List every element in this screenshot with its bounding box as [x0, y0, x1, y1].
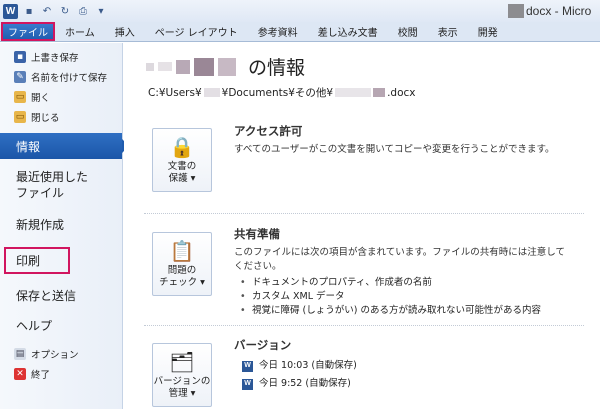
- file-path: C:¥Users¥ ¥Documents¥その他¥ .docx: [148, 85, 415, 100]
- redo-icon[interactable]: ↻: [58, 4, 72, 18]
- title-redaction: [508, 4, 524, 18]
- list-item: 視覚に障碍 (しょうがい) のある方が読み取れない可能性がある内容: [234, 304, 574, 318]
- print-preview-icon[interactable]: ⎙: [76, 4, 90, 18]
- tab-home[interactable]: ホーム: [55, 22, 105, 41]
- options-icon: ▤: [14, 348, 26, 360]
- open-folder-icon: ▭: [14, 91, 26, 103]
- word-doc-icon: W: [242, 360, 253, 372]
- nav-info[interactable]: 情報: [0, 133, 129, 159]
- backstage-nav: ▪ 上書き保存 ✎ 名前を付けて保存 ▭ 開く ▭ 閉じる 情報 最近使用した …: [0, 43, 129, 409]
- exit-icon: ✕: [14, 368, 26, 380]
- prepare-title: 共有準備: [234, 227, 280, 241]
- versions-title: バージョン: [234, 338, 292, 352]
- nav-options-label: オプション: [31, 350, 79, 361]
- nav-save[interactable]: ▪ 上書き保存: [0, 47, 122, 67]
- versions-body: バージョン W 今日 10:03 (自動保存) W 今日 9:52 (自動保存): [234, 337, 574, 393]
- versions-section: 🗂 バージョンの 管理 ▾ バージョン W 今日 10:03 (自動保存) W …: [144, 337, 584, 409]
- path-redaction: [203, 88, 220, 97]
- manage-versions-button[interactable]: 🗂 バージョンの 管理 ▾: [152, 343, 212, 407]
- nav-recent[interactable]: 最近使用した ファイル: [0, 169, 122, 201]
- protect-document-button[interactable]: 🔒 文書の 保護 ▾: [152, 128, 212, 192]
- save-icon: ▪: [14, 51, 26, 63]
- version-item[interactable]: W 今日 9:52 (自動保存): [242, 375, 574, 393]
- prepare-desc: このファイルには次の項目が含まれています。ファイルの共有時には注意してください。: [234, 247, 565, 272]
- page-title: の情報: [248, 57, 306, 79]
- check-issues-label-2: チェック ▾: [159, 277, 205, 288]
- prepare-body: 共有準備 このファイルには次の項目が含まれています。ファイルの共有時には注意して…: [234, 226, 574, 318]
- nav-exit-label: 終了: [31, 370, 51, 381]
- nav-save-label: 上書き保存: [31, 53, 79, 64]
- list-item: ドキュメントのプロパティ、作成者の名前: [234, 276, 574, 290]
- tab-mailings[interactable]: 差し込み文書: [308, 22, 388, 41]
- prepare-section: 📋 問題の チェック ▾ 共有準備 このファイルには次の項目が含まれています。フ…: [144, 226, 584, 326]
- protect-document-label-2: 保護 ▾: [168, 173, 196, 184]
- nav-save-as[interactable]: ✎ 名前を付けて保存: [0, 67, 122, 87]
- word-app-icon[interactable]: W: [3, 3, 18, 19]
- tab-page-layout[interactable]: ページ レイアウト: [145, 22, 248, 41]
- permissions-title: アクセス許可: [234, 124, 303, 138]
- manage-versions-label-2: 管理 ▾: [168, 388, 196, 399]
- nav-recent-line2: ファイル: [16, 186, 65, 200]
- nav-open[interactable]: ▭ 開く: [0, 87, 122, 107]
- info-pane: の情報 C:¥Users¥ ¥Documents¥その他¥ .docx 🔒 文書…: [124, 43, 600, 409]
- version-item-label: 今日 10:03 (自動保存): [259, 360, 357, 371]
- save-icon[interactable]: ▪: [22, 4, 36, 18]
- permissions-body: アクセス許可 すべてのユーザーがこの文書を開いてコピーや変更を行うことができます…: [234, 123, 574, 157]
- version-item[interactable]: W 今日 10:03 (自動保存): [242, 357, 574, 375]
- ribbon-tab-bar: ファイル ホーム 挿入 ページ レイアウト 参考資料 差し込み文書 校閲 表示 …: [0, 22, 600, 42]
- nav-open-label: 開く: [31, 93, 51, 104]
- permissions-section: 🔒 文書の 保護 ▾ アクセス許可 すべてのユーザーがこの文書を開いてコピーや変…: [144, 123, 584, 213]
- file-path-mid: ¥Documents¥その他¥: [221, 87, 334, 99]
- file-path-prefix: C:¥Users¥: [148, 86, 202, 99]
- file-path-suffix: .docx: [387, 86, 416, 99]
- filename-redaction: [146, 57, 236, 76]
- info-header: の情報: [146, 53, 305, 80]
- versions-icon: 🗂: [169, 350, 195, 374]
- save-as-icon: ✎: [14, 71, 26, 83]
- nav-new[interactable]: 新規作成: [0, 211, 122, 237]
- protect-document-label-1: 文書の: [167, 161, 197, 172]
- nav-save-as-label: 名前を付けて保存: [31, 73, 108, 84]
- customize-qat-icon[interactable]: ▾: [94, 4, 108, 18]
- nav-close-label: 閉じる: [31, 113, 60, 124]
- divider: [144, 325, 584, 326]
- tab-insert[interactable]: 挿入: [105, 22, 145, 41]
- window-title: docx - Micro: [526, 4, 592, 18]
- nav-close[interactable]: ▭ 閉じる: [0, 107, 122, 127]
- path-redaction: [373, 88, 386, 97]
- permissions-desc: すべてのユーザーがこの文書を開いてコピーや変更を行うことができます。: [234, 144, 555, 155]
- close-folder-icon: ▭: [14, 111, 26, 123]
- check-issues-label-1: 問題の: [167, 265, 197, 276]
- version-item-label: 今日 9:52 (自動保存): [259, 378, 351, 389]
- tab-developer[interactable]: 開発: [468, 22, 508, 41]
- prepare-bullets: ドキュメントのプロパティ、作成者の名前 カスタム XML データ 視覚に障碍 (…: [234, 276, 574, 318]
- path-redaction: [335, 88, 372, 97]
- quick-access-toolbar: W ▪ ↶ ↻ ⎙ ▾: [0, 3, 108, 19]
- tab-file[interactable]: ファイル: [1, 22, 55, 41]
- nav-print[interactable]: 印刷: [4, 247, 70, 274]
- list-item: カスタム XML データ: [234, 290, 574, 304]
- nav-save-send[interactable]: 保存と送信: [0, 282, 122, 308]
- lock-key-icon: 🔒: [169, 135, 195, 159]
- nav-exit[interactable]: ✕ 終了: [0, 364, 122, 384]
- word-doc-icon: W: [242, 378, 253, 390]
- divider: [144, 213, 584, 214]
- tab-review[interactable]: 校閲: [388, 22, 428, 41]
- nav-options[interactable]: ▤ オプション: [0, 344, 122, 364]
- title-bar: W ▪ ↶ ↻ ⎙ ▾ docx - Micro: [0, 0, 600, 22]
- manage-versions-label-1: バージョンの: [153, 376, 211, 387]
- nav-recent-line1: 最近使用した: [16, 170, 89, 184]
- undo-icon[interactable]: ↶: [40, 4, 54, 18]
- tab-references[interactable]: 参考資料: [248, 22, 308, 41]
- check-issues-button[interactable]: 📋 問題の チェック ▾: [152, 232, 212, 296]
- nav-help[interactable]: ヘルプ: [0, 312, 122, 338]
- checklist-icon: 📋: [169, 239, 195, 263]
- tab-view[interactable]: 表示: [428, 22, 468, 41]
